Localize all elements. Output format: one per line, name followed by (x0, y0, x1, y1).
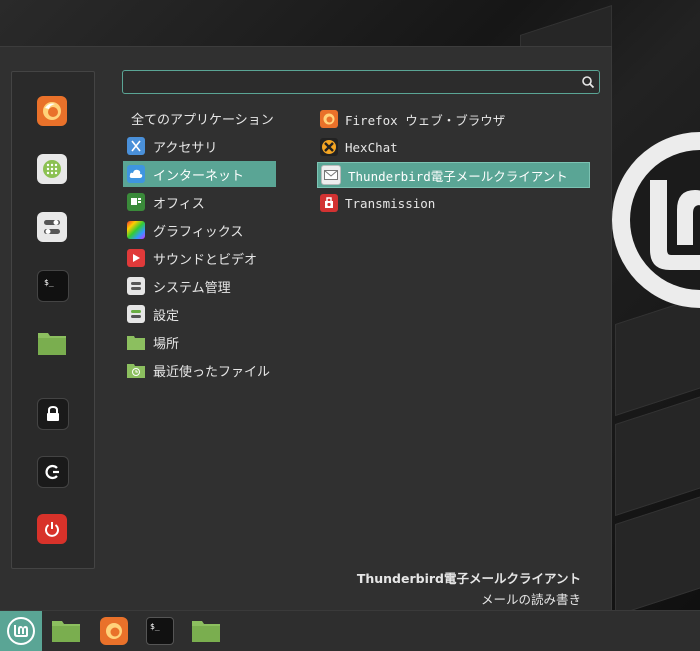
files-icon (192, 621, 220, 642)
app-label: HexChat (345, 139, 398, 155)
category-accessories[interactable]: アクセサリ (123, 133, 276, 159)
administration-icon (127, 277, 145, 295)
folder-icon (127, 333, 145, 351)
category-label: グラフィックス (153, 224, 244, 240)
files-icon[interactable] (37, 328, 67, 358)
application-menu: $_ 全てのアプリケーション アクセサリ インターネット オフィス グラフィック… (0, 46, 612, 611)
firefox-icon[interactable] (37, 96, 67, 126)
category-graphics[interactable]: グラフィックス (123, 217, 276, 243)
app-label: Thunderbird電子メールクライアント (348, 168, 568, 184)
category-preferences[interactable]: 設定 (123, 301, 276, 327)
app-description-title: Thunderbird電子メールクライアント (356, 571, 581, 586)
category-label: 最近使ったファイル (153, 364, 271, 380)
app-label: Firefox ウェブ・ブラウザ (345, 112, 506, 128)
category-label: アクセサリ (153, 140, 218, 156)
mint-menu-icon (7, 617, 35, 645)
firefox-icon (320, 110, 338, 128)
graphics-icon (127, 221, 145, 239)
terminal-icon: $_ (146, 617, 174, 645)
svg-text:$_: $_ (44, 278, 54, 287)
terminal-icon[interactable]: $_ (37, 270, 69, 302)
software-manager-icon[interactable] (37, 154, 67, 184)
system-settings-icon[interactable] (37, 212, 67, 242)
all-applications-category[interactable]: 全てのアプリケーション (131, 109, 274, 128)
lock-icon[interactable] (37, 398, 69, 430)
panel-files-launcher[interactable] (48, 611, 84, 651)
accessories-icon (127, 137, 145, 155)
recent-folder-icon (127, 361, 145, 379)
taskbar-panel: $_ (0, 610, 700, 651)
category-places[interactable]: 場所 (123, 329, 276, 355)
favorites-sidebar: $_ (11, 71, 95, 569)
app-thunderbird[interactable]: Thunderbird電子メールクライアント (317, 162, 590, 188)
category-recent-files[interactable]: 最近使ったファイル (123, 357, 276, 383)
sound-video-icon (127, 249, 145, 267)
category-label: サウンドとビデオ (153, 252, 258, 268)
transmission-icon (320, 194, 338, 212)
app-hexchat[interactable]: HexChat (317, 134, 590, 160)
files-icon (52, 621, 80, 642)
category-administration[interactable]: システム管理 (123, 273, 276, 299)
internet-icon (127, 165, 145, 183)
linux-mint-logo (612, 132, 700, 308)
firefox-icon (100, 617, 128, 645)
mail-icon (321, 165, 341, 185)
panel-terminal-launcher[interactable]: $_ (142, 611, 178, 651)
app-description-subtitle: メールの読み書き (480, 592, 581, 607)
category-label: インターネット (153, 168, 245, 184)
preferences-icon (127, 305, 145, 323)
category-sound-video[interactable]: サウンドとビデオ (123, 245, 276, 271)
office-icon (127, 193, 145, 211)
category-label: 設定 (153, 308, 180, 324)
category-label: オフィス (153, 196, 205, 212)
shutdown-icon[interactable] (37, 514, 67, 544)
app-firefox[interactable]: Firefox ウェブ・ブラウザ (317, 106, 590, 132)
category-office[interactable]: オフィス (123, 189, 276, 215)
app-label: Transmission (345, 195, 436, 211)
panel-files-window[interactable] (188, 611, 224, 651)
app-transmission[interactable]: Transmission (317, 190, 590, 216)
hexchat-icon (320, 138, 338, 156)
category-internet[interactable]: インターネット (123, 161, 276, 187)
category-label: システム管理 (153, 280, 231, 296)
svg-text:$_: $_ (150, 622, 160, 631)
category-label: 場所 (153, 336, 180, 352)
menu-button[interactable] (0, 611, 42, 651)
logout-icon[interactable] (37, 456, 69, 488)
search-icon (582, 76, 595, 89)
panel-firefox-launcher[interactable] (96, 611, 132, 651)
search-input[interactable] (122, 70, 600, 94)
